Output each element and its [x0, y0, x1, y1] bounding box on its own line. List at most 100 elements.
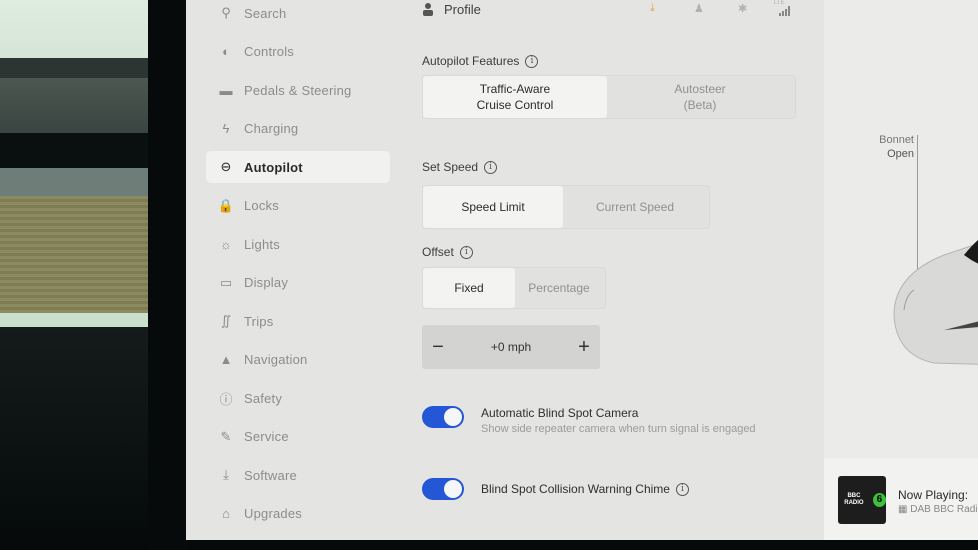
collision-chime-toggle[interactable]: [422, 478, 464, 500]
sidebar-item-label: Upgrades: [244, 506, 302, 521]
autopilot-features-selector: Traffic-Aware Cruise Control Autosteer (B…: [422, 75, 796, 119]
person-icon: [423, 3, 433, 16]
offset-option-fixed[interactable]: Fixed: [423, 268, 515, 308]
autopilot-features-option-autosteer[interactable]: Autosteer (Beta): [607, 76, 793, 118]
sidebar-item-locks[interactable]: 🔒 Locks: [206, 190, 390, 222]
set-speed-label: Set Speed i: [422, 160, 498, 174]
offset-label: Offset i: [422, 245, 473, 259]
sidebar-item-label: Software: [244, 467, 297, 483]
station-name: ▦ DAB BBC Radio: [898, 504, 978, 515]
sidebar-item-service[interactable]: ✎ Service: [206, 421, 390, 453]
sidebar-item-search[interactable]: ⚲ Search: [206, 0, 390, 29]
search-icon: ⚲: [221, 5, 231, 20]
navigation-icon: ▲: [219, 352, 233, 367]
sidebar-item-trips[interactable]: ∬ Trips: [206, 305, 390, 337]
bonnet-state: Open: [887, 148, 914, 160]
car-image[interactable]: [884, 215, 978, 375]
sidebar-item-label: Locks: [244, 198, 279, 213]
profile-button[interactable]: Profile: [422, 0, 481, 18]
steering-wheel-icon: ⊖: [220, 159, 232, 174]
offset-option-percentage[interactable]: Percentage: [515, 268, 603, 308]
album-art: BBC RADIO 6: [838, 476, 886, 524]
info-icon[interactable]: i: [459, 245, 473, 259]
background-photo: [0, 0, 150, 550]
info-icon[interactable]: i: [525, 54, 539, 68]
sidebar-item-safety[interactable]: ⓘ Safety: [206, 382, 390, 414]
screen-bezel: [148, 0, 188, 550]
station-number: 6: [872, 493, 886, 507]
blind-spot-camera-toggle[interactable]: [422, 406, 464, 428]
sidebar-item-controls[interactable]: ◐ Controls: [206, 36, 390, 68]
sidebar-item-autopilot[interactable]: ⊖ Autopilot: [206, 151, 390, 183]
sidebar-item-upgrades[interactable]: ⌂ Upgrades: [206, 498, 390, 530]
set-speed-option-speed-limit[interactable]: Speed Limit: [423, 186, 563, 228]
lock-icon: 🔒: [217, 197, 235, 213]
sidebar-item-label: Display: [244, 275, 289, 290]
settings-sidebar: ⚲ Search ◐ Controls ▬ Pedals & Steering ϟ Charg…: [186, 0, 396, 540]
toggle-icon: ◐: [222, 44, 230, 59]
sidebar-item-label: Service: [244, 429, 289, 444]
bell-icon[interactable]: ♟: [694, 2, 704, 15]
trips-icon: ∬: [220, 313, 232, 328]
sidebar-item-label: Safety: [244, 390, 283, 406]
offset-selector: Fixed Percentage: [422, 267, 606, 309]
bag-icon: ⌂: [222, 506, 230, 521]
light-icon: ☼: [220, 236, 232, 252]
bonnet-status[interactable]: Bonnet Open: [864, 133, 914, 161]
bonnet-label: Bonnet: [879, 134, 914, 146]
blind-spot-camera-title: Automatic Blind Spot Camera: [481, 406, 639, 420]
bbc-radio-logo: BBC RADIO: [844, 493, 864, 506]
car-icon: ▬: [219, 82, 233, 98]
offset-value: +0 mph: [490, 340, 532, 354]
autopilot-features-title: Autopilot Features: [422, 54, 520, 68]
sidebar-item-label: Charging: [244, 121, 299, 136]
blind-spot-camera-description: Show side repeater camera when turn sign…: [481, 423, 756, 435]
station-name-text: DAB BBC Radio: [910, 504, 978, 515]
sidebar-item-lights[interactable]: ☼ Lights: [206, 228, 390, 260]
offset-title: Offset: [422, 245, 454, 259]
radio-icon: ▦: [898, 504, 911, 515]
touchscreen: ⚲ Search ◐ Controls ▬ Pedals & Steering ϟ Charg…: [186, 0, 978, 540]
set-speed-selector: Speed Limit Current Speed: [422, 185, 710, 229]
sidebar-item-label: Navigation: [244, 352, 308, 367]
toggle-knob: [444, 480, 462, 498]
blind-spot-camera-row: Automatic Blind Spot Camera Show side re…: [422, 406, 761, 436]
signal-strength-icon: [779, 6, 790, 16]
offset-stepper: − +0 mph +: [422, 325, 600, 369]
collision-chime-title: Blind Spot Collision Warning Chime: [481, 482, 670, 496]
sidebar-item-label: Pedals & Steering: [244, 82, 352, 98]
sidebar-item-pedals-steering[interactable]: ▬ Pedals & Steering: [206, 74, 390, 106]
set-speed-option-current-speed[interactable]: Current Speed: [563, 186, 707, 228]
download-icon: ⤓: [223, 467, 229, 482]
sidebar-item-label: Search: [244, 5, 287, 21]
info-icon[interactable]: i: [484, 160, 498, 174]
autopilot-settings-panel: Profile Autopilot Features i Traffic-Awa…: [422, 0, 822, 540]
collision-chime-title-wrap: Blind Spot Collision Warning Chime i: [481, 482, 689, 496]
sidebar-item-software[interactable]: ⤓ Software: [206, 459, 390, 491]
now-playing-label: Now Playing:: [898, 488, 969, 502]
info-icon[interactable]: i: [675, 482, 689, 496]
wrench-icon: ✎: [220, 428, 232, 444]
decrease-button[interactable]: −: [422, 336, 454, 359]
display-icon: ▭: [219, 274, 233, 290]
sidebar-item-label: Trips: [244, 313, 274, 329]
autopilot-features-label: Autopilot Features i: [422, 54, 539, 68]
vehicle-panel: Bonnet Open BBC RADIO 6 Now Playing: ▦ D…: [824, 0, 978, 540]
sidebar-item-navigation[interactable]: ▲ Navigation: [206, 344, 390, 376]
media-player[interactable]: BBC RADIO 6 Now Playing: ▦ DAB BBC Radio: [824, 458, 978, 540]
collision-chime-row: Blind Spot Collision Warning Chime i: [422, 478, 689, 500]
autopilot-features-option-traffic-aware[interactable]: Traffic-Aware Cruise Control: [423, 76, 607, 118]
set-speed-title: Set Speed: [422, 160, 479, 174]
download-icon[interactable]: ⤓: [650, 2, 655, 15]
sidebar-item-display[interactable]: ▭ Display: [206, 267, 390, 299]
safety-icon: ⓘ: [219, 391, 233, 407]
toggle-knob: [444, 408, 462, 426]
bluetooth-icon[interactable]: ✱: [738, 2, 747, 15]
lightning-icon: ϟ: [222, 121, 230, 136]
sidebar-item-label: Controls: [244, 44, 295, 59]
sidebar-item-label: Autopilot: [244, 159, 303, 175]
sidebar-item-label: Lights: [244, 236, 280, 252]
sidebar-item-charging[interactable]: ϟ Charging: [206, 113, 390, 145]
increase-button[interactable]: +: [568, 336, 600, 359]
profile-label: Profile: [444, 1, 481, 17]
